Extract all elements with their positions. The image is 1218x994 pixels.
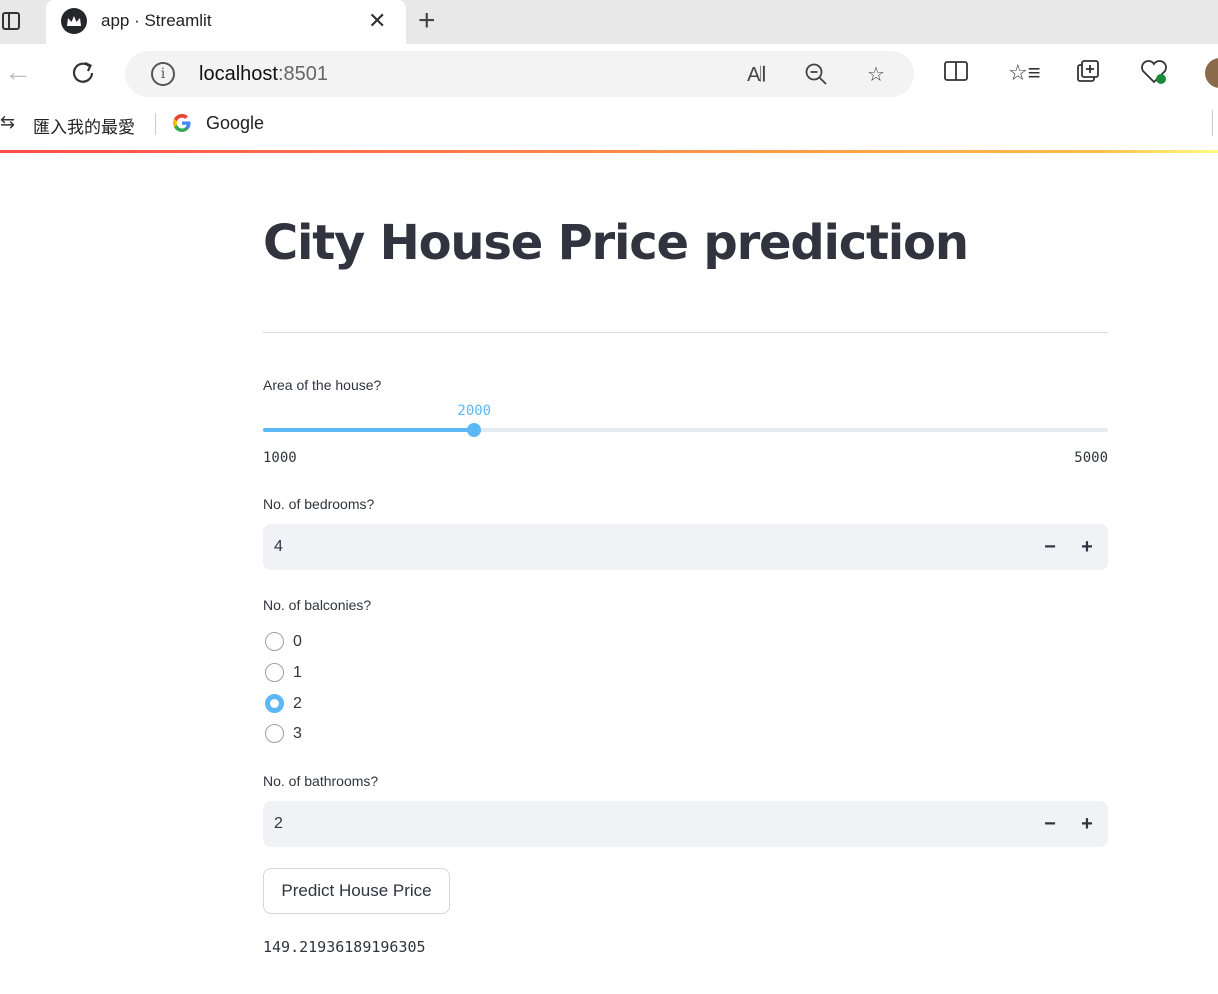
radio-option-label: 3 xyxy=(293,725,302,742)
bathrooms-value[interactable]: 2 xyxy=(274,815,283,833)
favorites-icon[interactable]: ☆≡ xyxy=(1008,59,1041,87)
tab-close-icon[interactable]: ✕ xyxy=(368,9,386,33)
bathrooms-decrement-button[interactable]: − xyxy=(1035,810,1065,838)
area-slider-fill xyxy=(263,428,475,432)
area-slider-min: 1000 xyxy=(263,450,297,466)
radio-option-label: 1 xyxy=(293,664,302,681)
balconies-option[interactable]: 0 xyxy=(263,629,383,653)
browser-toolbar: ← i localhost:8501 A𝄂 ☆ ☆≡ xyxy=(0,44,1218,102)
browser-tab[interactable]: app · Streamlit ✕ xyxy=(46,0,406,44)
browser-tabstrip: app · Streamlit ✕ + xyxy=(0,0,1218,44)
read-aloud-icon[interactable]: A𝄂 xyxy=(743,62,769,88)
new-tab-icon[interactable]: + xyxy=(418,6,436,36)
radio-circle[interactable] xyxy=(265,663,284,682)
balconies-label: No. of balconies? xyxy=(263,597,372,613)
bookmark-google[interactable]: Google xyxy=(206,113,264,134)
bathrooms-label: No. of bathrooms? xyxy=(263,773,379,789)
predict-house-price-button[interactable]: Predict House Price xyxy=(263,868,450,914)
reload-icon[interactable] xyxy=(68,58,98,88)
radio-circle[interactable] xyxy=(265,724,284,743)
bookmark-separator xyxy=(155,113,156,135)
collections-icon[interactable] xyxy=(1074,59,1102,87)
radio-circle[interactable] xyxy=(265,694,284,713)
radio-circle[interactable] xyxy=(265,632,284,651)
bedrooms-input[interactable]: 4 − + xyxy=(263,524,1108,570)
import-favorites-icon[interactable]: ⇆ xyxy=(0,112,22,136)
area-slider-thumb[interactable] xyxy=(467,423,482,437)
favorite-star-icon[interactable]: ☆ xyxy=(863,62,889,88)
tab-title: app · Streamlit xyxy=(101,11,212,30)
area-label: Area of the house? xyxy=(263,377,382,393)
bookmarks-bar: ⇆ 匯入我的最愛 Google xyxy=(0,102,1218,148)
bedrooms-increment-button[interactable]: + xyxy=(1072,533,1102,561)
title-divider xyxy=(263,332,1108,333)
page-title: City House Price prediction xyxy=(263,215,969,271)
bedrooms-label: No. of bedrooms? xyxy=(263,496,375,512)
google-logo-icon xyxy=(172,113,192,133)
site-info-icon[interactable]: i xyxy=(151,62,175,86)
bookmark-separator-right xyxy=(1212,110,1213,136)
bathrooms-increment-button[interactable]: + xyxy=(1072,810,1102,838)
bedrooms-value[interactable]: 4 xyxy=(274,538,283,556)
url-text[interactable]: localhost:8501 xyxy=(199,63,328,86)
balconies-option[interactable]: 1 xyxy=(263,660,383,684)
split-screen-icon[interactable] xyxy=(942,59,970,87)
radio-option-label: 2 xyxy=(293,695,302,712)
browser-essentials-icon[interactable] xyxy=(1140,59,1168,87)
area-slider-value: 2000 xyxy=(457,403,492,419)
area-slider-max: 5000 xyxy=(1074,450,1108,466)
profile-avatar[interactable] xyxy=(1205,58,1218,88)
bedrooms-decrement-button[interactable]: − xyxy=(1035,533,1065,561)
radio-option-label: 0 xyxy=(293,633,302,650)
prediction-result: 149.21936189196305 xyxy=(263,938,426,956)
area-slider-track[interactable] xyxy=(263,428,1108,432)
bathrooms-input[interactable]: 2 − + xyxy=(263,801,1108,847)
balconies-option[interactable]: 3 xyxy=(263,721,383,745)
streamlit-decoration-bar xyxy=(0,150,1218,153)
tab-actions-icon[interactable] xyxy=(0,9,22,33)
back-arrow-icon[interactable]: ← xyxy=(4,57,32,87)
zoom-out-icon[interactable] xyxy=(803,62,829,88)
streamlit-favicon-icon xyxy=(61,8,87,34)
bookmark-import-favorites[interactable]: 匯入我的最愛 xyxy=(33,113,135,138)
address-bar[interactable]: i localhost:8501 A𝄂 ☆ xyxy=(125,51,914,97)
balconies-option[interactable]: 2 xyxy=(263,691,383,715)
